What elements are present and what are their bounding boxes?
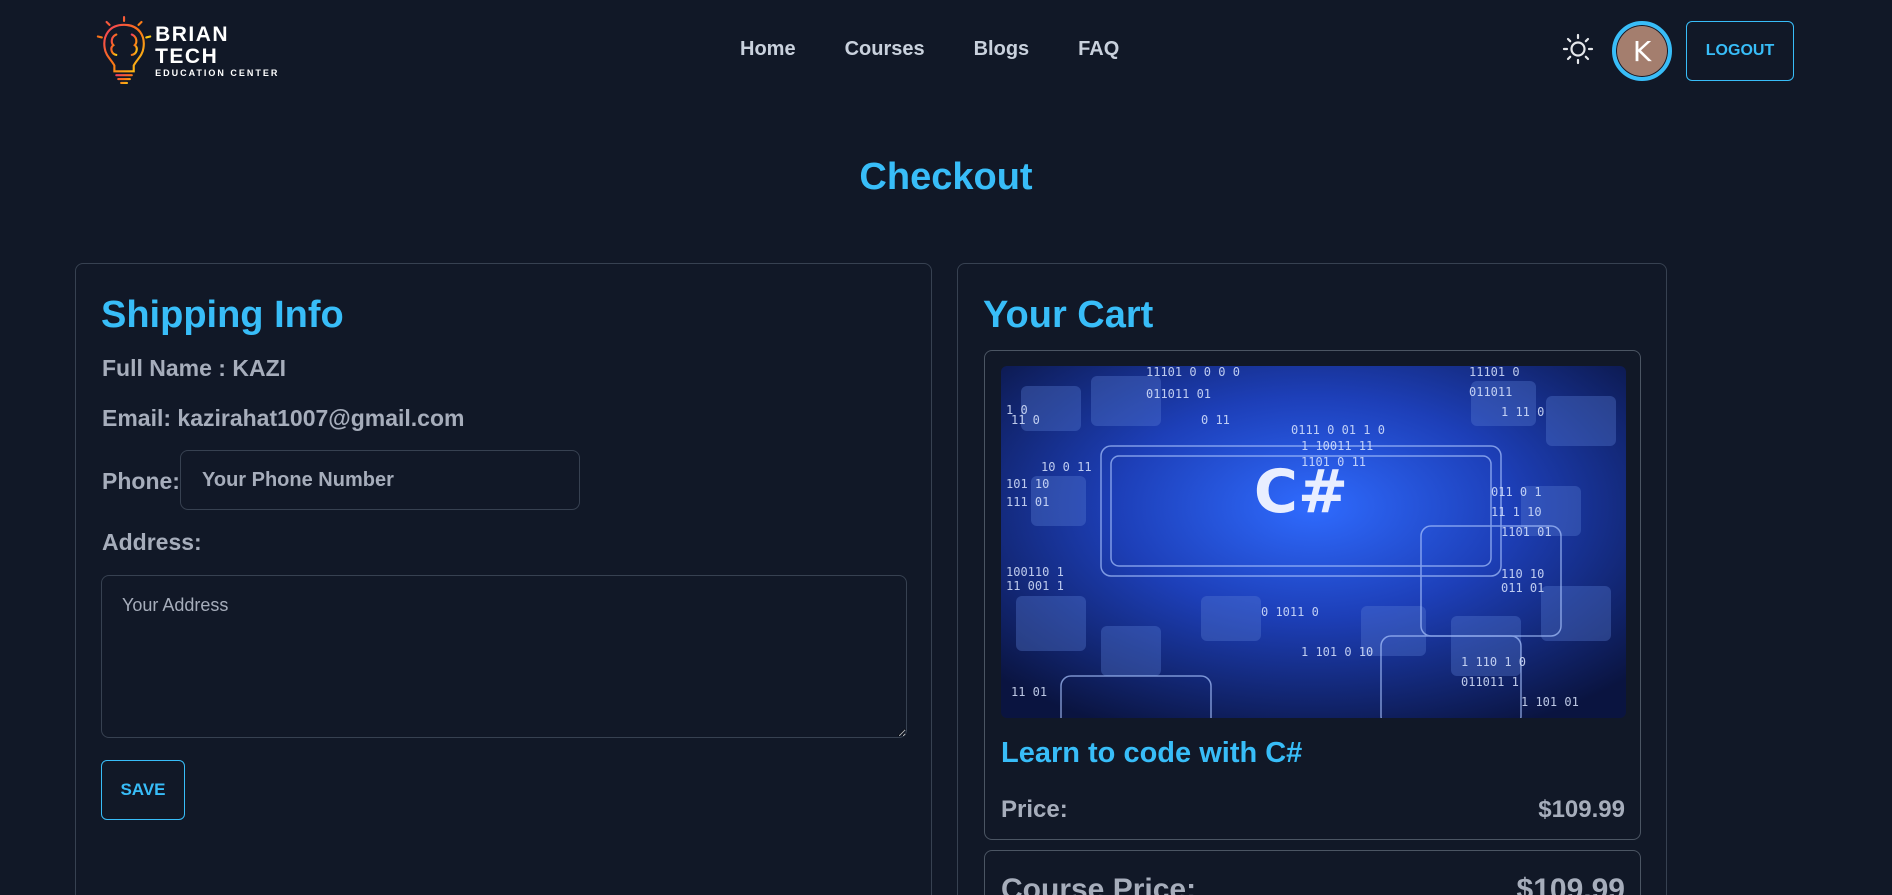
cart-card: Your Cart 11101 0 0 0 0 011011 01 1 0 11…: [957, 263, 1667, 895]
svg-text:11 1 10: 11 1 10: [1491, 505, 1542, 519]
course-name: Learn to code with C#: [1001, 737, 1303, 769]
page-title: Checkout: [859, 156, 1033, 198]
svg-text:101 10: 101 10: [1006, 477, 1049, 491]
svg-text:1 11 0: 1 11 0: [1501, 405, 1544, 419]
svg-text:1 101 01: 1 101 01: [1521, 695, 1579, 709]
address-input[interactable]: [101, 575, 907, 738]
avatar[interactable]: K: [1612, 21, 1672, 81]
svg-text:011011 1: 011011 1: [1461, 675, 1519, 689]
avatar-initial: K: [1632, 34, 1652, 68]
save-button[interactable]: SAVE: [101, 760, 185, 820]
course-price-value: $109.99: [1516, 873, 1625, 895]
course-image: 11101 0 0 0 0 011011 01 1 0 11 0 0 11 01…: [1001, 366, 1626, 718]
cart-title: Your Cart: [983, 294, 1154, 336]
course-price-label: Course Price:: [1001, 873, 1197, 895]
svg-text:0 1011 0: 0 1011 0: [1261, 605, 1319, 619]
nav-link-blogs[interactable]: Blogs: [974, 38, 1030, 61]
course-image-text: C#: [1254, 457, 1348, 527]
nav-links: Home Courses Blogs FAQ: [740, 38, 1119, 61]
cart-total-row: Course Price: $109.99: [984, 850, 1641, 895]
svg-text:11101 0 0 0 0: 11101 0 0 0 0: [1146, 366, 1240, 379]
phone-input[interactable]: [180, 450, 580, 510]
svg-text:1101 01: 1101 01: [1501, 525, 1552, 539]
course-image-art: 11101 0 0 0 0 011011 01 1 0 11 0 0 11 01…: [1001, 366, 1626, 718]
svg-text:011011 01: 011011 01: [1146, 387, 1211, 401]
svg-text:110 10: 110 10: [1501, 567, 1544, 581]
svg-text:011 01: 011 01: [1501, 581, 1544, 595]
svg-text:1 110 1 0: 1 110 1 0: [1461, 655, 1526, 669]
svg-text:111 01: 111 01: [1006, 495, 1049, 509]
sun-icon[interactable]: [1562, 33, 1594, 65]
svg-text:011 0 1: 011 0 1: [1491, 485, 1542, 499]
logout-button[interactable]: LOGOUT: [1686, 21, 1794, 81]
svg-text:11 01: 11 01: [1011, 685, 1047, 699]
cart-item: 11101 0 0 0 0 011011 01 1 0 11 0 0 11 01…: [984, 350, 1641, 840]
address-label: Address:: [102, 529, 202, 555]
price-label: Price:: [1001, 796, 1068, 823]
svg-text:11 0: 11 0: [1011, 413, 1040, 427]
shipping-info-title: Shipping Info: [101, 294, 344, 336]
svg-text:0 11: 0 11: [1201, 413, 1230, 427]
email-text: Email: kazirahat1007@gmail.com: [102, 405, 465, 431]
nav-link-courses[interactable]: Courses: [845, 38, 925, 61]
svg-text:11 001 1: 11 001 1: [1006, 579, 1064, 593]
full-name-text: Full Name : KAZI: [102, 355, 287, 381]
svg-text:0111 0 01 1 0: 0111 0 01 1 0: [1291, 423, 1385, 437]
phone-label: Phone:: [102, 468, 180, 494]
svg-text:1 10011 11: 1 10011 11: [1301, 439, 1373, 453]
shipping-info-card: Shipping Info Full Name : KAZI Email: ka…: [75, 263, 932, 895]
brand-title: BRIAN TECH: [155, 22, 230, 68]
price-value: $109.99: [1538, 796, 1625, 823]
svg-text:11101 0: 11101 0: [1469, 366, 1520, 379]
brand-logo[interactable]: BRIAN TECH EDUCATION CENTER: [95, 14, 295, 88]
svg-text:10 0 11: 10 0 11: [1041, 460, 1092, 474]
svg-text:011011: 011011: [1469, 385, 1512, 399]
nav-link-home[interactable]: Home: [740, 38, 796, 61]
navbar: BRIAN TECH EDUCATION CENTER Home Courses…: [0, 0, 1892, 104]
brand-subtitle: EDUCATION CENTER: [155, 67, 280, 78]
svg-text:100110 1: 100110 1: [1006, 565, 1064, 579]
svg-text:1 101 0 10: 1 101 0 10: [1301, 645, 1373, 659]
brain-lightbulb-icon: [96, 16, 152, 85]
nav-link-faq[interactable]: FAQ: [1078, 38, 1119, 61]
